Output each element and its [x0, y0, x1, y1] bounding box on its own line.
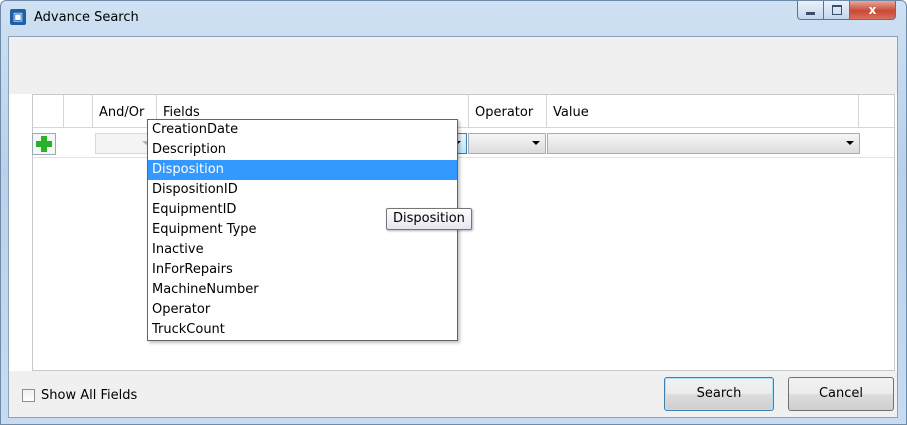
header-blank-2	[64, 95, 93, 128]
close-button[interactable]: x	[850, 1, 896, 20]
title-bar[interactable]: ▣ Advance Search x	[1, 1, 906, 37]
maximize-icon	[831, 5, 842, 15]
header-value[interactable]: Value	[547, 95, 859, 128]
add-criteria-button[interactable]	[32, 133, 56, 155]
window-title: Advance Search	[34, 10, 139, 25]
show-all-fields-label[interactable]: Show All Fields	[41, 388, 137, 403]
dropdown-option[interactable]: InForRepairs	[148, 260, 457, 280]
maximize-button[interactable]	[824, 1, 850, 20]
minimize-icon	[806, 11, 815, 15]
chevron-down-icon	[532, 141, 540, 145]
fields-dropdown-list[interactable]: CreationDate Description Disposition Dis…	[147, 119, 458, 341]
dropdown-option[interactable]: Description	[148, 140, 457, 160]
header-blank-1	[33, 95, 64, 128]
header-operator[interactable]: Operator	[469, 95, 547, 128]
tooltip: Disposition	[386, 208, 472, 230]
close-icon: x	[868, 3, 877, 17]
value-select[interactable]	[547, 133, 860, 154]
chevron-down-icon	[846, 141, 854, 145]
dropdown-option[interactable]: DispositionID	[148, 180, 457, 200]
caption-buttons: x	[797, 1, 896, 21]
dropdown-option[interactable]: MachineNumber	[148, 280, 457, 300]
dropdown-option-selected[interactable]: Disposition	[148, 160, 457, 180]
header-blank-end	[859, 95, 894, 128]
dropdown-option[interactable]: CreationDate	[148, 120, 457, 140]
search-button[interactable]: Search	[664, 377, 774, 411]
minimize-button[interactable]	[797, 1, 824, 20]
dropdown-option[interactable]: Inactive	[148, 240, 457, 260]
dropdown-option[interactable]: TruckCount	[148, 320, 457, 340]
top-panel	[9, 37, 897, 94]
operator-select[interactable]	[468, 133, 546, 154]
app-icon: ▣	[10, 9, 26, 25]
show-all-fields-checkbox[interactable]	[22, 389, 35, 402]
cancel-button[interactable]: Cancel	[788, 377, 894, 411]
dropdown-option[interactable]: Operator	[148, 300, 457, 320]
